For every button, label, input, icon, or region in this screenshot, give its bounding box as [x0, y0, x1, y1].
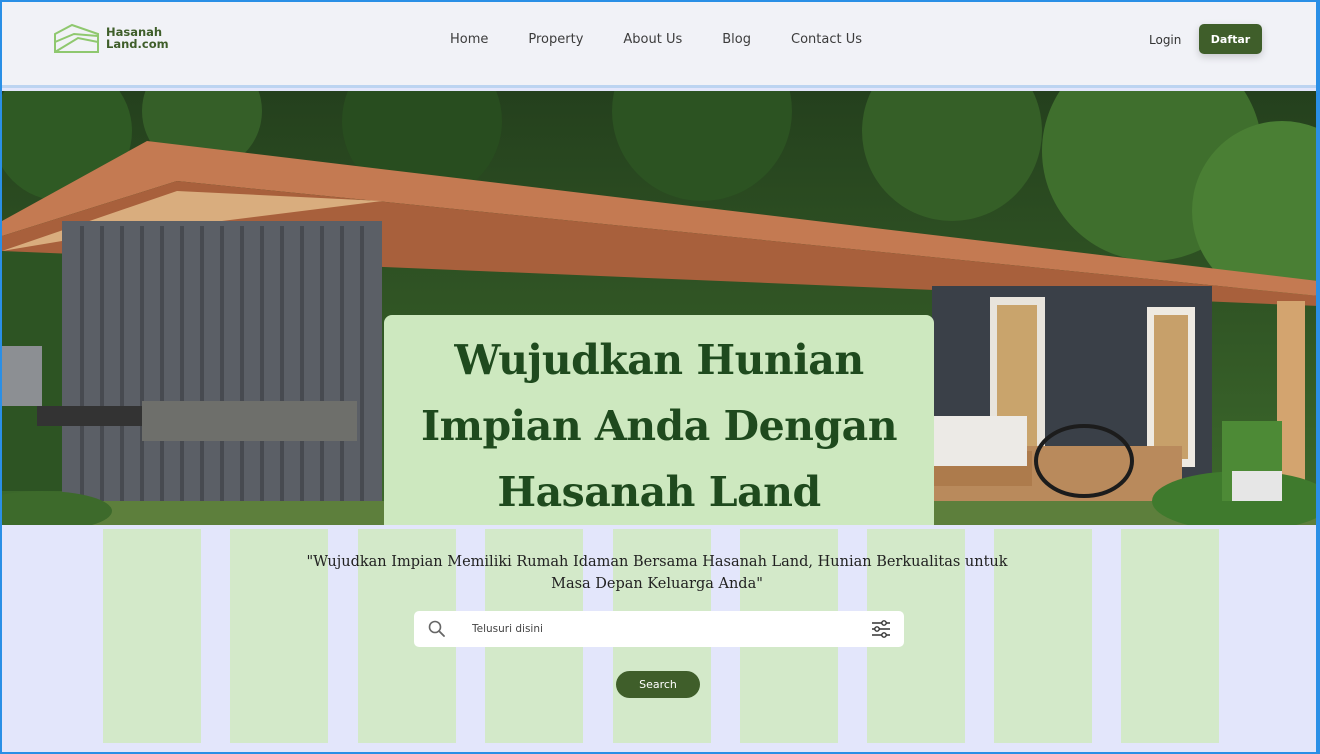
tagline-quote: "Wujudkan Impian Memiliki Rumah Idaman B…	[2, 551, 1312, 595]
search-icon	[428, 620, 445, 637]
hero-banner: Wujudkan Hunian Impian Anda Dengan Hasan…	[2, 91, 1316, 525]
brand-logo[interactable]: Hasanah Land.com	[52, 22, 169, 54]
brand-name-line2: Land.com	[106, 37, 169, 51]
nav-property[interactable]: Property	[528, 32, 583, 47]
top-navbar: Hasanah Land.com Home Property About Us …	[2, 2, 1316, 88]
login-link[interactable]: Login	[1149, 33, 1181, 47]
search-bar	[414, 611, 904, 647]
hero-headline: Wujudkan Hunian Impian Anda Dengan Hasan…	[420, 336, 898, 516]
signup-button[interactable]: Daftar	[1199, 24, 1262, 54]
nav-blog[interactable]: Blog	[722, 32, 751, 47]
nav-home[interactable]: Home	[450, 32, 488, 47]
nav-about-us[interactable]: About Us	[623, 32, 682, 47]
tagline-line-1: "Wujudkan Impian Memiliki Rumah Idaman B…	[306, 554, 1008, 570]
brand-name: Hasanah Land.com	[106, 26, 169, 50]
tagline-line-2: Masa Depan Keluarga Anda"	[551, 576, 763, 592]
page-frame: Hasanah Land.com Home Property About Us …	[0, 0, 1320, 754]
hero-headline-card: Wujudkan Hunian Impian Anda Dengan Hasan…	[384, 315, 934, 525]
nav-contact-us[interactable]: Contact Us	[791, 32, 862, 47]
filter-sliders-icon[interactable]	[870, 618, 892, 640]
house-logo-icon	[54, 23, 99, 53]
search-input[interactable]	[472, 619, 852, 639]
main-nav: Home Property About Us Blog Contact Us	[450, 32, 902, 47]
search-button[interactable]: Search	[616, 671, 700, 698]
